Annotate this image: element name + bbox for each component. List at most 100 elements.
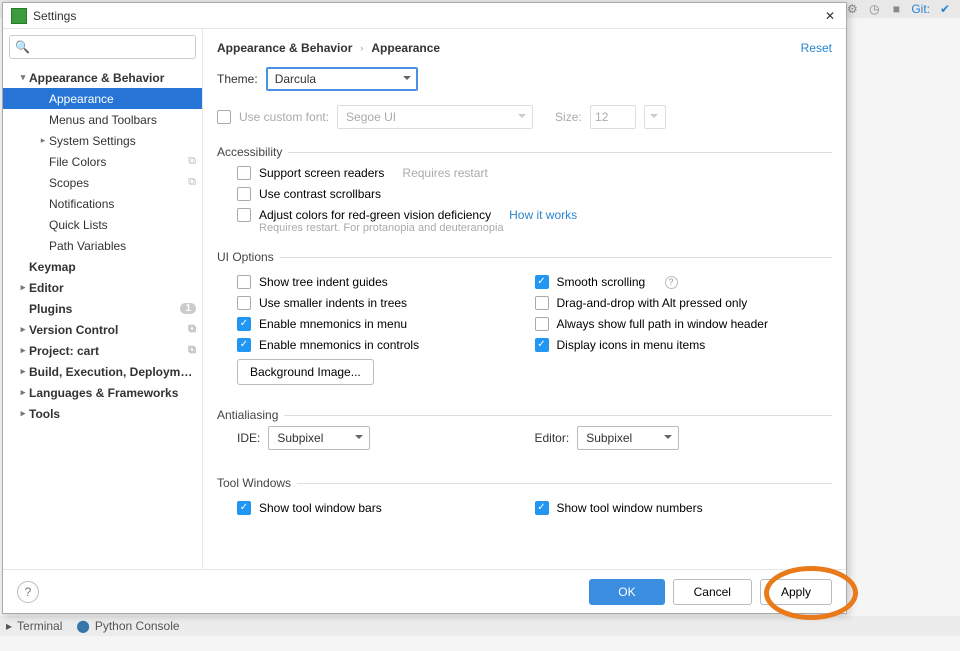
breadcrumb-root[interactable]: Appearance & Behavior bbox=[217, 41, 352, 55]
sidebar-item-system-settings[interactable]: ▸System Settings bbox=[3, 130, 202, 151]
sidebar-item-file-colors[interactable]: File Colors⧉ bbox=[3, 151, 202, 172]
ok-button[interactable]: OK bbox=[589, 579, 664, 605]
tool-window-numbers-checkbox[interactable]: Show tool window numbers bbox=[535, 501, 833, 515]
sidebar-item-path-variables[interactable]: Path Variables bbox=[3, 235, 202, 256]
sidebar-item-scopes[interactable]: Scopes⧉ bbox=[3, 172, 202, 193]
stop-icon[interactable]: ■ bbox=[889, 2, 903, 16]
sidebar-item-appearance-behavior[interactable]: ▾Appearance & Behavior bbox=[3, 67, 202, 88]
section-ui-options-label: UI Options bbox=[217, 250, 274, 264]
sidebar-item-label: System Settings bbox=[49, 134, 196, 148]
sidebar-item-tools[interactable]: ▸Tools bbox=[3, 403, 202, 424]
sidebar-item-quick-lists[interactable]: Quick Lists bbox=[3, 214, 202, 235]
close-icon[interactable]: ✕ bbox=[822, 8, 838, 24]
sidebar-item-version-control[interactable]: ▸Version Control⧉ bbox=[3, 319, 202, 340]
tree-indent-checkbox[interactable]: Show tree indent guides bbox=[237, 275, 535, 289]
mnemonics-controls-checkbox[interactable]: Enable mnemonics in controls bbox=[237, 338, 535, 352]
apply-button[interactable]: Apply bbox=[760, 579, 832, 605]
smooth-scrolling-checkbox[interactable]: Smooth scrolling ? bbox=[535, 275, 833, 289]
sidebar-item-label: Editor bbox=[29, 281, 196, 295]
sidebar-item-label: Keymap bbox=[29, 260, 196, 274]
color-deficiency-checkbox[interactable]: Adjust colors for red-green vision defic… bbox=[237, 208, 832, 222]
section-tool-windows-label: Tool Windows bbox=[217, 476, 291, 490]
theme-select[interactable]: Darcula bbox=[266, 67, 418, 91]
section-antialiasing-label: Antialiasing bbox=[217, 408, 278, 422]
checkbox-icon bbox=[217, 110, 231, 124]
chevron-right-icon: ▸ bbox=[17, 408, 29, 419]
sidebar-item-label: Appearance & Behavior bbox=[29, 71, 196, 85]
aa-editor-select[interactable]: Subpixel bbox=[577, 426, 679, 450]
screen-readers-checkbox[interactable]: Support screen readers Requires restart bbox=[237, 166, 832, 180]
chevron-right-icon: ▸ bbox=[37, 135, 49, 146]
sidebar-item-keymap[interactable]: Keymap bbox=[3, 256, 202, 277]
reset-link[interactable]: Reset bbox=[801, 41, 832, 55]
theme-value: Darcula bbox=[275, 72, 316, 86]
display-icons-checkbox[interactable]: Display icons in menu items bbox=[535, 338, 833, 352]
sidebar-item-plugins[interactable]: Plugins1 bbox=[3, 298, 202, 319]
git-label[interactable]: Git: bbox=[911, 2, 930, 16]
aa-editor-label: Editor: bbox=[535, 431, 570, 445]
sidebar-item-label: Notifications bbox=[49, 197, 196, 211]
font-size-select[interactable]: 12 bbox=[590, 105, 636, 129]
use-custom-font-checkbox[interactable]: Use custom font: bbox=[217, 110, 329, 124]
how-it-works-link[interactable]: How it works bbox=[509, 208, 577, 222]
cancel-button[interactable]: Cancel bbox=[673, 579, 752, 605]
color-deficiency-note: Requires restart. For protanopia and deu… bbox=[259, 222, 832, 234]
dialog-title: Settings bbox=[33, 9, 822, 23]
smaller-indents-checkbox[interactable]: Use smaller indents in trees bbox=[237, 296, 535, 310]
chevron-right-icon: ▸ bbox=[17, 345, 29, 356]
drag-alt-checkbox[interactable]: Drag-and-drop with Alt pressed only bbox=[535, 296, 833, 310]
sidebar-item-appearance[interactable]: Appearance bbox=[3, 88, 202, 109]
chevron-right-icon: ▸ bbox=[17, 282, 29, 293]
sidebar-item-menus-and-toolbars[interactable]: Menus and Toolbars bbox=[3, 109, 202, 130]
aa-ide-select[interactable]: Subpixel bbox=[268, 426, 370, 450]
sidebar-item-label: Quick Lists bbox=[49, 218, 196, 232]
chevron-down-icon bbox=[650, 114, 658, 122]
font-size-arrow[interactable] bbox=[644, 105, 666, 129]
sidebar-item-label: File Colors bbox=[49, 155, 188, 169]
help-button[interactable]: ? bbox=[17, 581, 39, 603]
aa-ide-label: IDE: bbox=[237, 431, 260, 445]
sidebar-item-languages-frameworks[interactable]: ▸Languages & Frameworks bbox=[3, 382, 202, 403]
chevron-right-icon: ▸ bbox=[17, 387, 29, 398]
chevron-down-icon bbox=[355, 435, 363, 443]
help-icon[interactable]: ? bbox=[665, 276, 678, 289]
tab-terminal[interactable]: ▸ Terminal bbox=[6, 619, 62, 633]
clock-icon[interactable]: ◷ bbox=[867, 2, 881, 16]
search-input[interactable] bbox=[9, 35, 196, 59]
sidebar-item-build-execution-deployment[interactable]: ▸Build, Execution, Deployment bbox=[3, 361, 202, 382]
tool-window-bars-checkbox[interactable]: Show tool window bars bbox=[237, 501, 535, 515]
full-path-checkbox[interactable]: Always show full path in window header bbox=[535, 317, 833, 331]
sidebar-item-editor[interactable]: ▸Editor bbox=[3, 277, 202, 298]
sidebar-item-label: Menus and Toolbars bbox=[49, 113, 196, 127]
search-icon: 🔍 bbox=[15, 40, 27, 52]
app-icon bbox=[11, 8, 27, 24]
project-scope-icon: ⧉ bbox=[188, 344, 196, 357]
chevron-down-icon bbox=[403, 76, 411, 84]
breadcrumb: Appearance & Behavior › Appearance bbox=[217, 41, 801, 55]
chevron-down-icon bbox=[664, 435, 672, 443]
settings-sidebar: 🔍 ▾Appearance & BehaviorAppearance Menus … bbox=[3, 29, 203, 569]
contrast-scrollbars-checkbox[interactable]: Use contrast scrollbars bbox=[237, 187, 832, 201]
sidebar-item-notifications[interactable]: Notifications bbox=[3, 193, 202, 214]
section-accessibility-label: Accessibility bbox=[217, 145, 282, 159]
settings-icon[interactable]: ⚙ bbox=[845, 2, 859, 16]
settings-dialog: Settings ✕ 🔍 ▾Appearance & BehaviorAppea… bbox=[2, 2, 847, 614]
theme-label: Theme: bbox=[217, 72, 258, 86]
sidebar-item-label: Build, Execution, Deployment bbox=[29, 365, 196, 379]
bottom-tool-tabs: ▸ Terminal ⬤ Python Console bbox=[0, 616, 960, 636]
background-image-button[interactable]: Background Image... bbox=[237, 359, 374, 385]
tab-python-console[interactable]: ⬤ Python Console bbox=[76, 619, 179, 633]
font-value: Segoe UI bbox=[346, 110, 396, 124]
sidebar-item-project-cart[interactable]: ▸Project: cart⧉ bbox=[3, 340, 202, 361]
settings-main: Appearance & Behavior › Appearance Reset… bbox=[203, 29, 846, 569]
section-antialiasing: Antialiasing bbox=[217, 408, 832, 422]
sidebar-item-label: Tools bbox=[29, 407, 196, 421]
font-select[interactable]: Segoe UI bbox=[337, 105, 533, 129]
dialog-footer: ? OK Cancel Apply bbox=[3, 569, 846, 613]
sidebar-item-label: Project: cart bbox=[29, 344, 188, 358]
mnemonics-menu-checkbox[interactable]: Enable mnemonics in menu bbox=[237, 317, 535, 331]
section-tool-windows: Tool Windows bbox=[217, 476, 832, 490]
section-ui-options: UI Options bbox=[217, 250, 832, 264]
section-accessibility: Accessibility bbox=[217, 145, 832, 159]
git-branch-icon[interactable]: ✔ bbox=[938, 2, 952, 16]
